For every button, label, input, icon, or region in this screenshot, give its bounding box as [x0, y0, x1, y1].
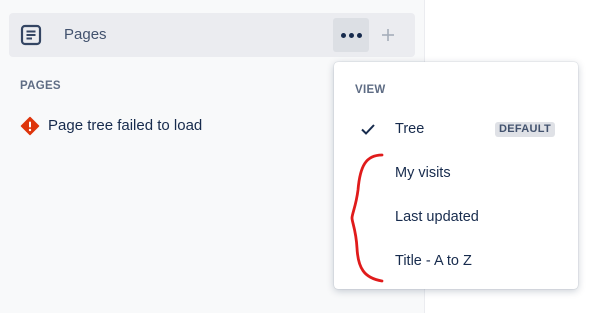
plus-icon	[382, 29, 394, 41]
checkmark-icon	[361, 124, 375, 135]
error-message: Page tree failed to load	[48, 117, 203, 134]
menu-item-label: Title - A to Z	[395, 253, 472, 269]
pages-nav-label: Pages	[64, 26, 107, 43]
document-icon	[20, 24, 42, 46]
view-heading: VIEW	[355, 84, 386, 96]
more-icon-dot	[357, 33, 362, 38]
pages-section-heading: PAGES	[20, 80, 61, 92]
menu-item-label: My visits	[395, 165, 451, 181]
default-badge: DEFAULT	[495, 122, 556, 137]
red-bracket-annotation	[350, 153, 384, 283]
more-icon-dot	[349, 33, 354, 38]
more-actions-button[interactable]	[333, 18, 369, 52]
more-icon	[341, 33, 346, 38]
menu-item-tree[interactable]: Tree DEFAULT	[334, 109, 578, 149]
add-page-button[interactable]	[375, 18, 401, 52]
pages-nav-item[interactable]: Pages	[9, 13, 415, 57]
menu-item-label: Last updated	[395, 209, 479, 225]
warning-icon	[20, 116, 40, 136]
menu-item-label: Tree	[395, 121, 425, 137]
